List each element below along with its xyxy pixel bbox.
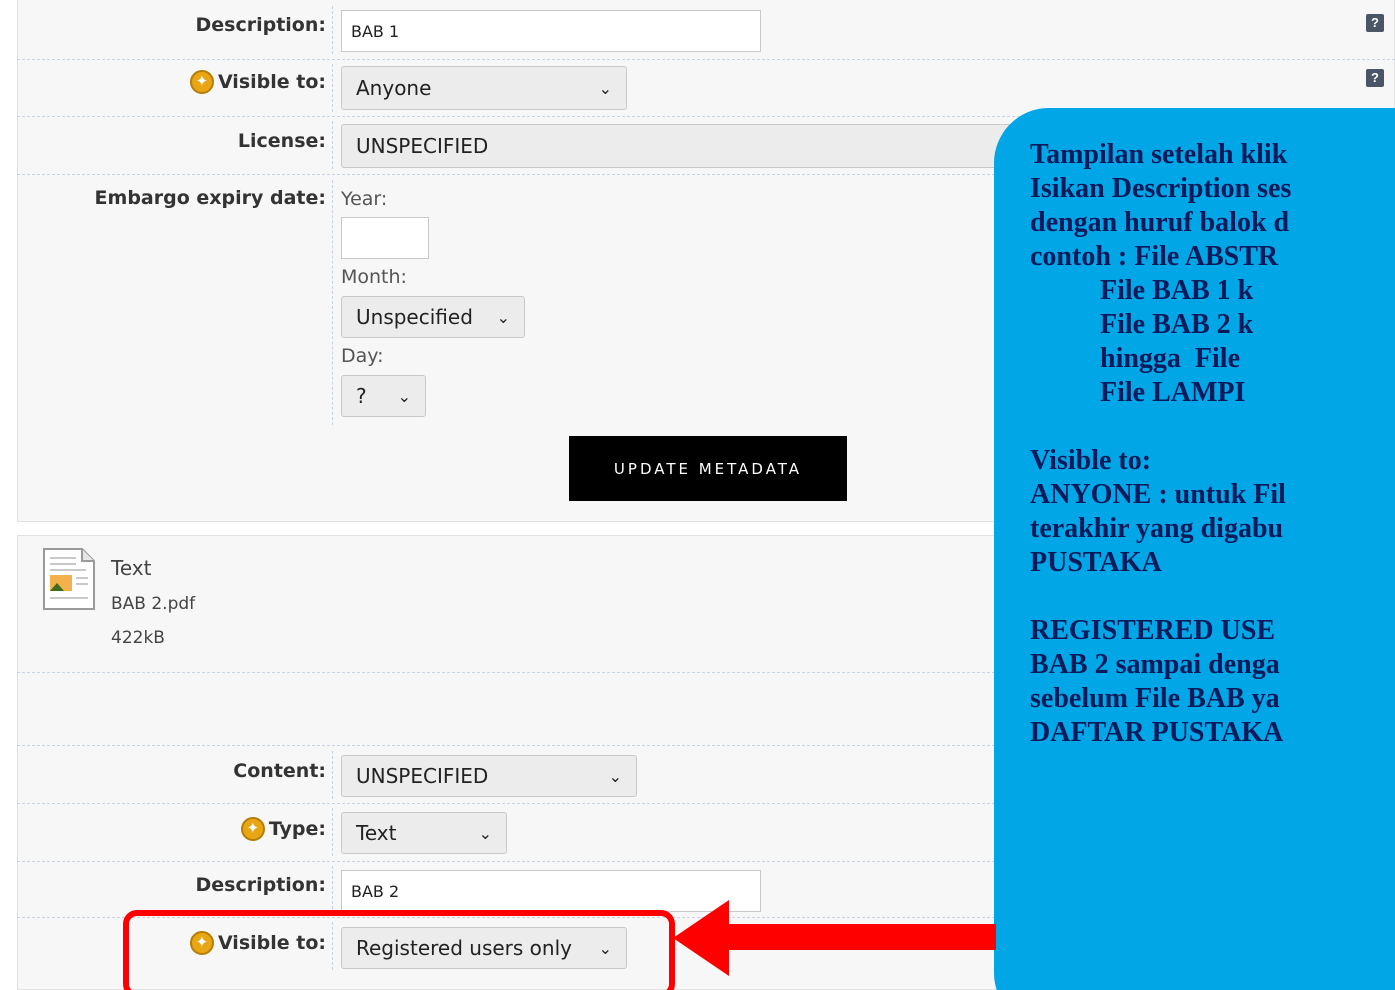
help-icon[interactable]: ? bbox=[1366, 14, 1384, 32]
day-value: ? bbox=[356, 384, 367, 408]
type-select[interactable]: Text ⌄ bbox=[341, 812, 507, 854]
year-input[interactable] bbox=[341, 217, 429, 259]
content-label: Content: bbox=[233, 760, 326, 782]
required-star-icon: ✦ bbox=[189, 70, 214, 94]
file-size: 422kB bbox=[111, 628, 165, 648]
year-label: Year: bbox=[341, 188, 388, 210]
help-icon[interactable]: ? bbox=[1366, 69, 1384, 87]
content-select[interactable]: UNSPECIFIED ⌄ bbox=[341, 755, 637, 797]
column-divider bbox=[332, 121, 333, 169]
arrow-left-icon bbox=[673, 900, 996, 976]
chevron-down-icon: ⌄ bbox=[496, 307, 510, 327]
chevron-down-icon: ⌄ bbox=[478, 823, 492, 843]
description-label-text: Description: bbox=[195, 874, 327, 896]
description-input-value: BAB 2 bbox=[351, 881, 400, 901]
day-select[interactable]: ? ⌄ bbox=[341, 375, 426, 417]
type-label-text: Type: bbox=[268, 818, 326, 840]
type-label: ✦ Type: bbox=[240, 817, 326, 841]
pdf-document-icon bbox=[43, 548, 95, 610]
column-divider bbox=[332, 180, 333, 425]
column-divider bbox=[332, 751, 333, 799]
required-star-icon: ✦ bbox=[240, 817, 265, 841]
embargo-label: Embargo expiry date: bbox=[95, 187, 326, 209]
month-value: Unspecified bbox=[356, 305, 473, 329]
chevron-down-icon: ⌄ bbox=[608, 766, 622, 786]
license-value: UNSPECIFIED bbox=[356, 134, 489, 158]
row-divider bbox=[17, 59, 1395, 60]
highlight-box bbox=[123, 910, 675, 990]
column-divider bbox=[332, 6, 333, 54]
month-label: Month: bbox=[341, 266, 407, 288]
file-type: Text bbox=[111, 556, 152, 580]
embargo-label-text: Embargo expiry date: bbox=[94, 187, 326, 209]
column-divider bbox=[332, 808, 333, 856]
description-label: Description: bbox=[196, 874, 327, 896]
visible-to-label-text: Visible to: bbox=[217, 71, 326, 93]
chevron-down-icon: ⌄ bbox=[598, 78, 612, 98]
month-select[interactable]: Unspecified ⌄ bbox=[341, 296, 525, 338]
visible-to-label: ✦ Visible to: bbox=[189, 70, 326, 94]
file-name[interactable]: BAB 2.pdf bbox=[111, 594, 195, 614]
visible-to-value: Anyone bbox=[356, 76, 432, 100]
description-input[interactable]: BAB 1 bbox=[341, 10, 761, 52]
description-label-text: Description: bbox=[195, 14, 327, 36]
license-label: License: bbox=[238, 130, 326, 152]
license-select[interactable]: UNSPECIFIED bbox=[341, 124, 1041, 168]
visible-to-select[interactable]: Anyone ⌄ bbox=[341, 66, 627, 110]
type-value: Text bbox=[356, 821, 397, 845]
column-divider bbox=[332, 866, 333, 914]
content-label-text: Content: bbox=[233, 760, 326, 782]
update-metadata-button[interactable]: UPDATE METADATA bbox=[569, 436, 847, 501]
column-divider bbox=[332, 64, 333, 112]
description-input-value: BAB 1 bbox=[351, 21, 400, 41]
description-label: Description: bbox=[196, 14, 327, 36]
day-label: Day: bbox=[341, 345, 384, 367]
instruction-text: Tampilan setelah klik Isikan Description… bbox=[1030, 139, 1292, 748]
license-label-text: License: bbox=[237, 130, 326, 152]
content-value: UNSPECIFIED bbox=[356, 764, 489, 788]
chevron-down-icon: ⌄ bbox=[397, 386, 411, 406]
